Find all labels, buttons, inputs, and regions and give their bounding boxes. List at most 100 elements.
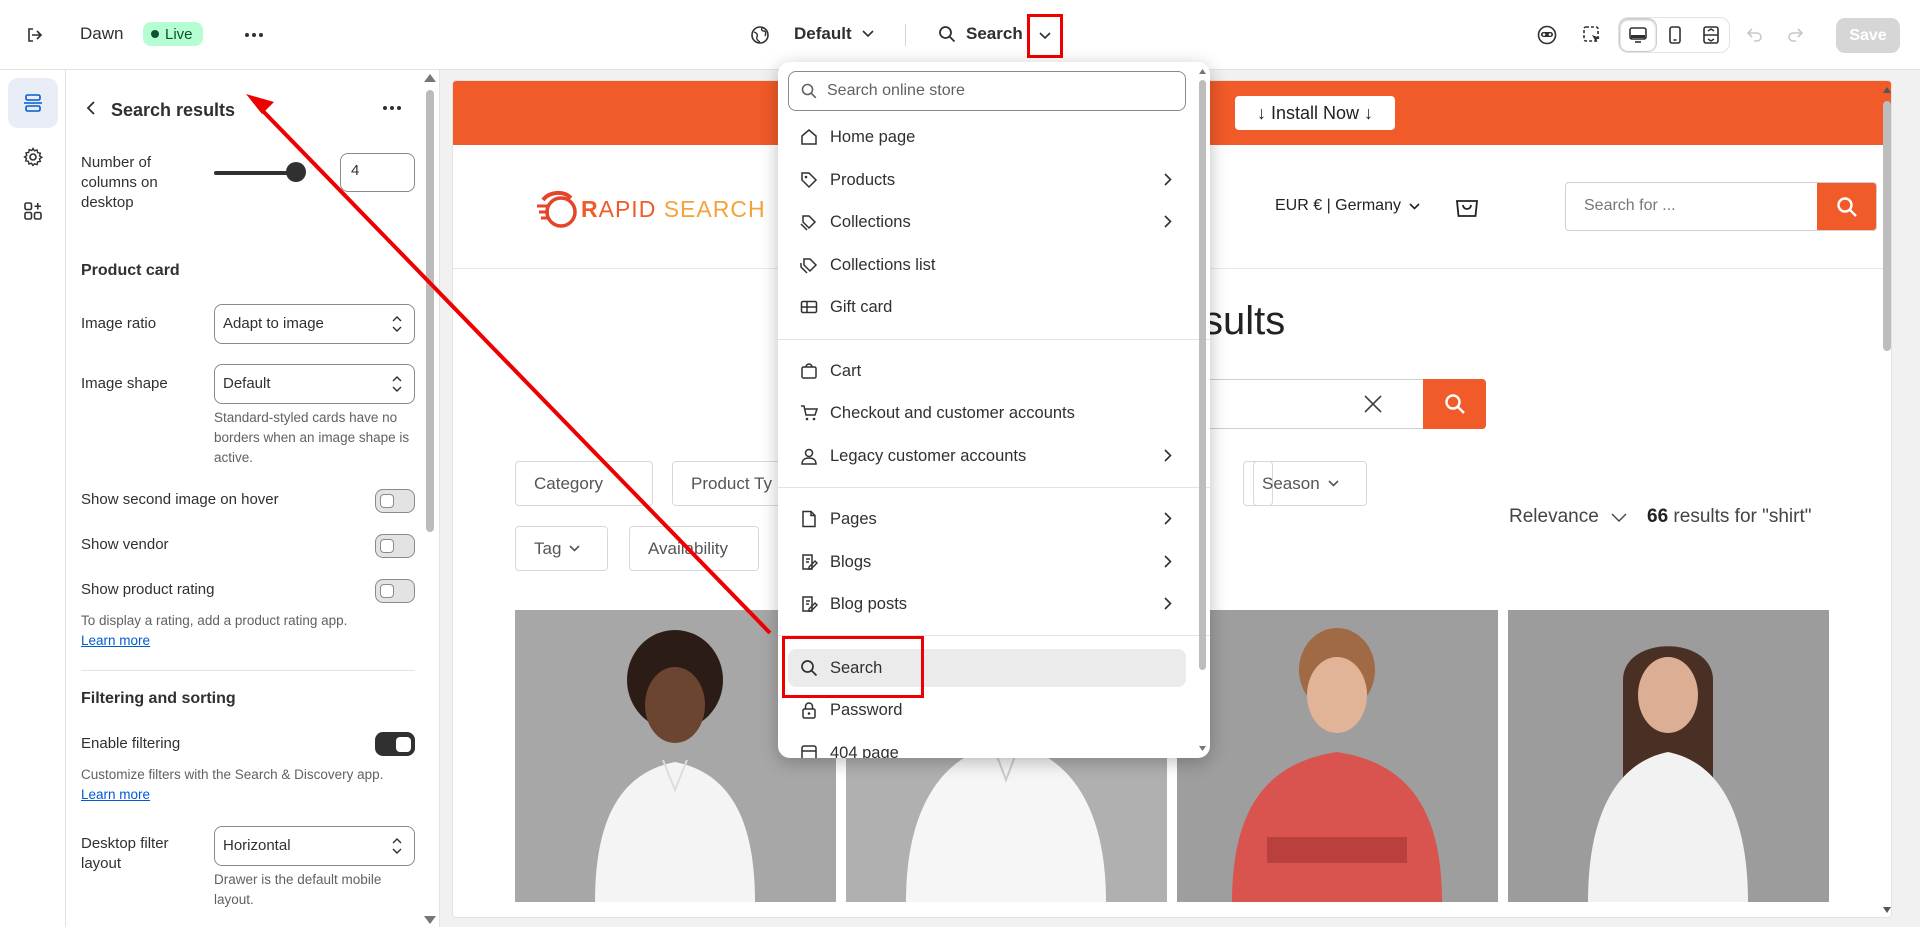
facet-category[interactable]: Category (515, 461, 653, 506)
dropdown-item-checkout[interactable]: Checkout and customer accounts (788, 394, 1186, 432)
live-badge: Live (143, 22, 203, 46)
template-selector[interactable]: Search (938, 24, 1023, 44)
image-ratio-select[interactable]: Adapt to image (214, 304, 415, 344)
dropdown-item-404-page[interactable]: 404 page (788, 734, 1186, 758)
preview-scrollbar-track (1883, 87, 1891, 913)
dropdown-item-label: Checkout and customer accounts (830, 403, 1075, 422)
logo-mark-icon (537, 191, 577, 228)
more-icon[interactable] (240, 22, 268, 48)
more-icon[interactable] (378, 96, 406, 120)
cart-icon[interactable] (1453, 192, 1481, 225)
apps-icon[interactable] (8, 186, 58, 236)
dropdown-item-blogs[interactable]: Blogs (788, 543, 1186, 581)
columns-slider[interactable] (214, 171, 296, 175)
search-icon[interactable] (1817, 183, 1876, 230)
mobile-icon[interactable] (1657, 18, 1693, 52)
settings-gear-icon[interactable] (8, 132, 58, 182)
enable-filtering-toggle[interactable] (375, 732, 415, 756)
dropdown-scrollbar[interactable] (1198, 66, 1207, 754)
scrollbar-thumb[interactable] (1199, 80, 1206, 670)
dropdown-item-home-page[interactable]: Home page (788, 118, 1186, 156)
context-selector[interactable]: Default (794, 24, 874, 44)
redo-icon[interactable] (1779, 20, 1811, 50)
dropdown-item-products[interactable]: Products (788, 161, 1186, 199)
select-arrows-icon (392, 316, 402, 332)
back-arrow-icon[interactable] (79, 96, 103, 120)
exit-icon[interactable] (22, 23, 46, 47)
context-label: Default (794, 24, 852, 43)
header-search[interactable]: Search for ... (1565, 182, 1877, 231)
learn-more-link[interactable]: Learn more (81, 631, 150, 651)
chevron-right-icon (1164, 597, 1172, 610)
dropdown-item-collections-list[interactable]: Collections list (788, 246, 1186, 284)
template-search-placeholder: Search online store (827, 82, 965, 99)
logo-text: RAPID SEARCH (581, 196, 766, 223)
enable-filtering-label: Enable filtering (81, 735, 181, 752)
panel-scrollbar[interactable] (424, 74, 436, 924)
dropdown-item-pages[interactable]: Pages (788, 500, 1186, 538)
dropdown-item-cart[interactable]: Cart (788, 352, 1186, 390)
rating-label: Show product rating (81, 581, 215, 598)
logo-apid: APID (598, 195, 657, 222)
dropdown-item-label: Pages (830, 509, 877, 528)
sections-icon[interactable] (8, 78, 58, 128)
columns-slider-thumb[interactable] (286, 162, 306, 182)
product-card[interactable] (1508, 610, 1829, 902)
select-element-icon[interactable] (1576, 20, 1608, 50)
fullscreen-icon[interactable] (1693, 18, 1729, 52)
image-shape-select[interactable]: Default (214, 364, 415, 404)
chevron-right-icon (1164, 215, 1172, 228)
inspector-icon[interactable] (1531, 20, 1563, 50)
image-ratio-value: Adapt to image (223, 315, 324, 332)
facet-season[interactable]: Season (1243, 461, 1367, 506)
dropdown-item-legacy-accounts[interactable]: Legacy customer accounts (788, 437, 1186, 475)
globe-icon[interactable] (748, 23, 772, 47)
dropdown-item-collections[interactable]: Collections (788, 203, 1186, 241)
vendor-toggle[interactable] (375, 534, 415, 558)
editor-topbar: Dawn Live Default Search Save (0, 0, 1920, 70)
facet-label: Tag (534, 538, 562, 558)
undo-icon[interactable] (1739, 20, 1771, 50)
dropdown-item-gift-card[interactable]: Gift card (788, 288, 1186, 326)
collections-list-icon (800, 258, 818, 274)
facet-availability[interactable]: Availability (629, 526, 759, 571)
columns-input[interactable]: 4 (340, 153, 415, 192)
template-dropdown-toggle[interactable] (1027, 14, 1063, 58)
dropdown-item-blog-posts[interactable]: Blog posts (788, 585, 1186, 623)
product-card[interactable] (1177, 610, 1498, 902)
search-icon[interactable] (1423, 379, 1486, 429)
scrollbar-thumb[interactable] (426, 90, 434, 532)
desktop-icon[interactable] (1619, 18, 1657, 52)
store-logo[interactable]: RAPID SEARCH (535, 185, 766, 233)
select-arrows-icon (392, 376, 402, 392)
dropdown-item-label: Collections list (830, 255, 936, 274)
facet-tag[interactable]: Tag (515, 526, 608, 571)
scroll-up-icon[interactable] (424, 74, 436, 82)
header-search-input[interactable]: Search for ... (1566, 183, 1817, 230)
close-icon[interactable] (1363, 394, 1383, 414)
currency-label: EUR € | Germany (1275, 197, 1401, 214)
facet-label: Category (534, 473, 603, 493)
image-shape-label: Image shape (81, 375, 168, 392)
second-image-toggle[interactable] (375, 489, 415, 513)
preview-scrollbar[interactable] (1881, 81, 1891, 917)
chevron-down-icon (1328, 480, 1339, 487)
dropdown-item-label: Collections (830, 212, 911, 231)
chevron-right-icon (1164, 449, 1172, 462)
sort-selector[interactable]: Relevance (1509, 506, 1627, 528)
learn-more-link[interactable]: Learn more (81, 785, 150, 805)
scroll-down-icon[interactable] (424, 916, 436, 924)
save-button[interactable]: Save (1836, 18, 1900, 53)
live-label: Live (165, 25, 193, 43)
chevron-down-icon (1611, 513, 1627, 522)
page-icon (802, 510, 816, 528)
desktop-filter-help: Drawer is the default mobile layout. (214, 872, 382, 907)
divider (81, 670, 415, 671)
rating-toggle[interactable] (375, 579, 415, 603)
results-search-field[interactable] (1203, 379, 1486, 429)
desktop-filter-select[interactable]: Horizontal (214, 826, 415, 866)
currency-selector[interactable]: EUR € | Germany (1275, 197, 1420, 215)
product-image (1508, 610, 1829, 902)
template-search-input[interactable]: Search online store (788, 71, 1186, 111)
install-now-button[interactable]: ↓ Install Now ↓ (1235, 96, 1395, 130)
